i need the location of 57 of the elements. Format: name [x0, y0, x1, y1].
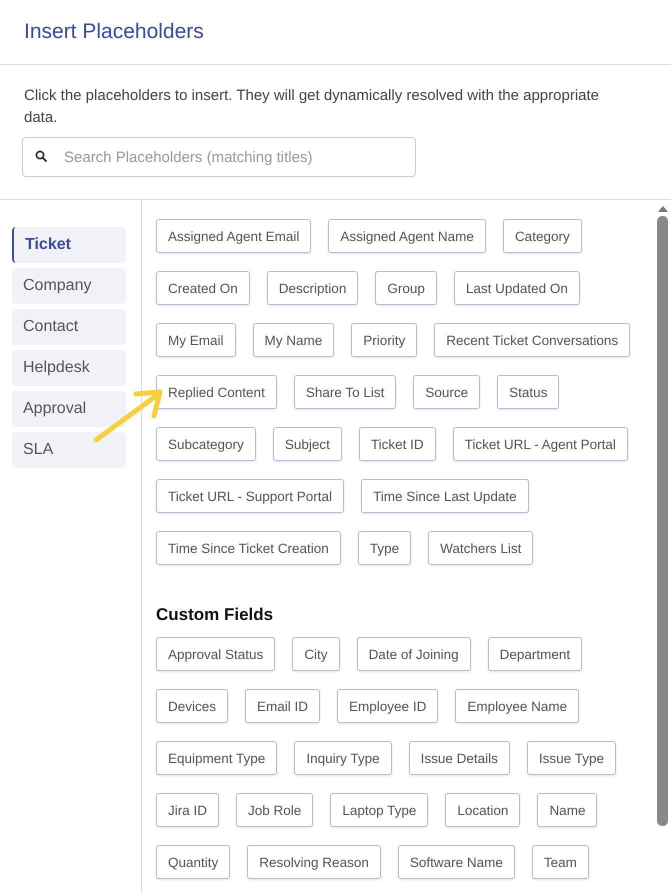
- placeholder-chip[interactable]: Watchers List: [428, 531, 534, 565]
- category-tab[interactable]: Helpdesk: [12, 350, 126, 386]
- category-tab[interactable]: Ticket: [12, 227, 126, 263]
- placeholder-chip[interactable]: Quantity: [156, 845, 230, 879]
- placeholder-chip[interactable]: Subcategory: [156, 427, 256, 461]
- placeholder-chip[interactable]: Name: [537, 793, 598, 827]
- placeholder-chip[interactable]: Type: [358, 531, 412, 565]
- placeholder-chip[interactable]: Date of Joining: [356, 637, 471, 671]
- placeholder-chip[interactable]: Ticket ID: [358, 427, 436, 461]
- placeholder-chip[interactable]: Employee ID: [337, 689, 438, 723]
- placeholder-chip[interactable]: Employee Name: [455, 689, 580, 723]
- placeholder-chip[interactable]: Jira ID: [156, 793, 220, 827]
- placeholder-chip[interactable]: Department: [488, 637, 582, 671]
- placeholder-chip[interactable]: Job Role: [236, 793, 314, 827]
- scroll-up-icon[interactable]: [658, 206, 668, 212]
- placeholder-chip[interactable]: Subject: [272, 427, 342, 461]
- placeholder-chip[interactable]: Share To List: [294, 375, 396, 409]
- placeholder-chip[interactable]: Category: [502, 219, 582, 253]
- search-field[interactable]: Search Placeholders (matching titles): [22, 137, 416, 177]
- placeholder-chip[interactable]: Inquiry Type: [294, 741, 392, 775]
- placeholder-chip[interactable]: Issue Type: [526, 741, 616, 775]
- placeholder-chip[interactable]: Source: [413, 375, 480, 409]
- section-heading: Custom Fields: [156, 605, 274, 625]
- placeholder-chip[interactable]: Location: [445, 793, 520, 827]
- placeholder-chip[interactable]: Approval Status: [156, 637, 276, 671]
- category-tab[interactable]: SLA: [12, 432, 126, 468]
- search-icon: [35, 150, 48, 163]
- category-tab[interactable]: Approval: [12, 391, 126, 427]
- placeholder-chip[interactable]: Time Since Last Update: [361, 479, 529, 513]
- placeholder-chip[interactable]: Status: [497, 375, 560, 409]
- placeholder-chip[interactable]: Resolving Reason: [247, 845, 381, 879]
- placeholder-chip[interactable]: Assigned Agent Name: [328, 219, 486, 253]
- placeholder-chip[interactable]: Recent Ticket Conversations: [434, 323, 630, 357]
- description-text: Click the placeholders to insert. They will get dynamically resolved with the appropriate data.: [24, 86, 600, 128]
- category-tab[interactable]: Contact: [12, 309, 126, 345]
- placeholder-chip[interactable]: Ticket URL - Support Portal: [156, 479, 344, 513]
- placeholder-chip[interactable]: Equipment Type: [156, 741, 278, 775]
- placeholder-chip[interactable]: Software Name: [398, 845, 515, 879]
- dialog-title: Insert Placeholders: [24, 20, 204, 44]
- placeholder-chip[interactable]: Last Updated On: [454, 271, 580, 305]
- placeholder-chip[interactable]: Time Since Ticket Creation: [156, 531, 341, 565]
- placeholder-chip[interactable]: City: [292, 637, 340, 671]
- placeholder-chip[interactable]: Devices: [156, 689, 228, 723]
- placeholder-chip[interactable]: Ticket URL - Agent Portal: [452, 427, 628, 461]
- placeholder-chip[interactable]: Created On: [156, 271, 250, 305]
- placeholder-chip[interactable]: Email ID: [245, 689, 320, 723]
- placeholder-chip[interactable]: Replied Content: [156, 375, 277, 409]
- placeholder-chip[interactable]: Priority: [351, 323, 418, 357]
- placeholder-chip[interactable]: Description: [266, 271, 358, 305]
- category-tab[interactable]: Company: [12, 268, 126, 304]
- placeholder-chip[interactable]: Assigned Agent Email: [156, 219, 312, 253]
- placeholder-chip[interactable]: Laptop Type: [330, 793, 428, 827]
- placeholder-chip[interactable]: Team: [532, 845, 589, 879]
- placeholder-chip[interactable]: Group: [375, 271, 437, 305]
- placeholder-chip[interactable]: Issue Details: [408, 741, 510, 775]
- placeholder-chip[interactable]: My Name: [252, 323, 334, 357]
- placeholder-chip[interactable]: My Email: [156, 323, 236, 357]
